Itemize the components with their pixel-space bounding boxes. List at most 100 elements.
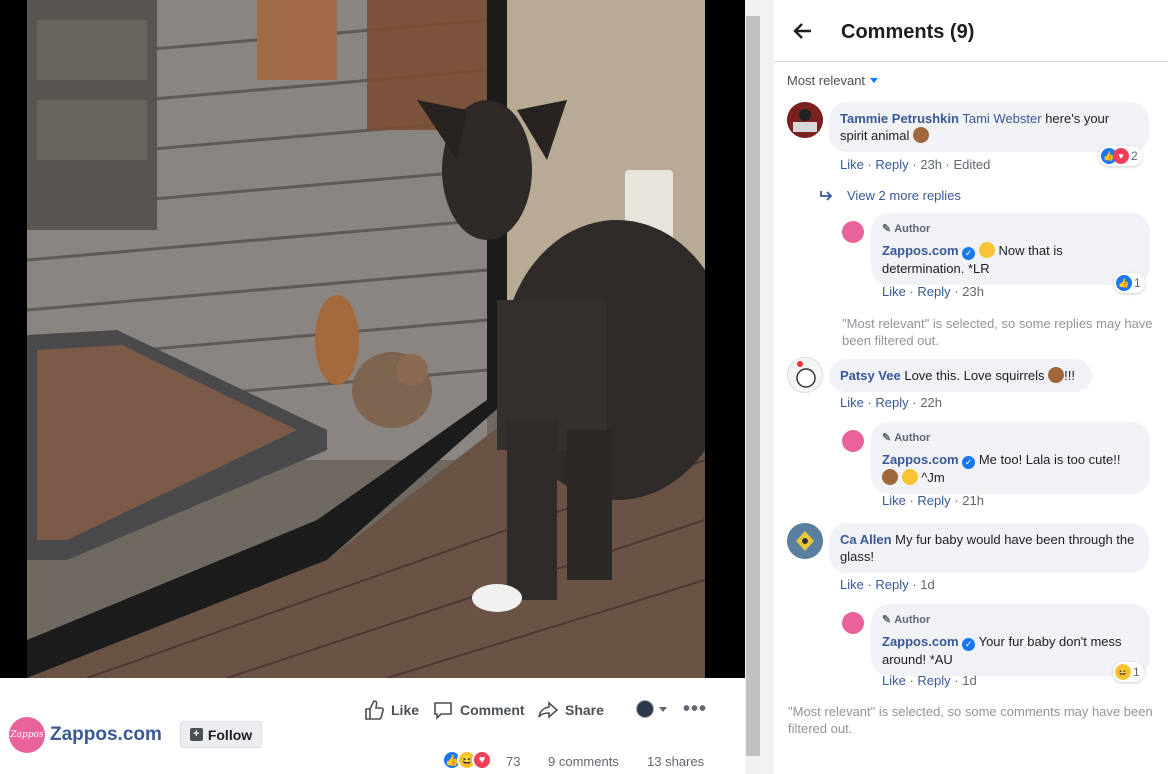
zappos-avatar[interactable] [842, 612, 864, 634]
caret-down-icon [870, 78, 879, 83]
reply-author[interactable]: Zappos.com [882, 634, 959, 649]
share-count-link[interactable]: 13 shares [647, 754, 704, 769]
reply-arrow-icon [820, 190, 833, 201]
back-arrow-icon[interactable] [793, 19, 813, 43]
reply-actions: Like · Reply · 21h [882, 493, 984, 508]
sort-dropdown[interactable]: Most relevant [787, 73, 879, 88]
comment-like-link[interactable]: Like [840, 577, 864, 592]
author-tag-label: Author [894, 223, 931, 235]
follow-button[interactable]: + Follow [180, 721, 262, 748]
follow-label: Follow [207, 726, 253, 743]
filtered-replies-note: "Most relevant" is selected, so some rep… [842, 316, 1153, 348]
comment-reply-link[interactable]: Reply [875, 577, 908, 592]
comment-like-link[interactable]: Like [840, 157, 864, 172]
more-options-button[interactable]: ••• [683, 699, 707, 719]
reply-timestamp: 1d [962, 673, 977, 688]
reply-reactions[interactable]: 👍 1 [1114, 273, 1145, 293]
comment-like-link[interactable]: Like [840, 395, 864, 410]
squirrel-emoji-icon [912, 127, 929, 143]
share-label: Share [565, 702, 604, 718]
reply-like-link[interactable]: Like [882, 673, 906, 688]
verified-badge-icon: ✓ [962, 456, 976, 469]
avatar[interactable] [787, 523, 823, 559]
comment-reply-link[interactable]: Reply [875, 157, 908, 172]
comment-label: Comment [460, 702, 525, 718]
comment-bubble-icon [434, 702, 452, 720]
comment-author[interactable]: Patsy Vee [840, 368, 901, 383]
reply-bubble: ✎ Author Zappos.com ✓ Now that is determi… [871, 213, 1150, 285]
avatar[interactable] [787, 102, 823, 138]
audience-selector[interactable] [636, 700, 667, 718]
reply-author[interactable]: Zappos.com [882, 243, 959, 258]
reply-reply-link[interactable]: Reply [917, 493, 950, 508]
comment-reaction-count: 2 [1131, 149, 1138, 163]
comment-bubble: Patsy Vee Love this. Love squirrels !!! [829, 359, 1092, 392]
author-badge: ✎ Author [882, 221, 1139, 238]
reply-reactions[interactable]: 😆 1 [1113, 662, 1144, 682]
pencil-icon: ✎ [882, 432, 892, 444]
media-viewer [0, 0, 745, 678]
heart-eyes-emoji-icon [901, 469, 918, 485]
author-tag-label: Author [894, 614, 931, 626]
thumbs-up-icon [365, 700, 384, 720]
love-reaction-icon: ♥ [1113, 148, 1129, 164]
comment-author[interactable]: Ca Allen [840, 532, 892, 547]
reply-timestamp: 21h [962, 493, 984, 508]
user-avatar [636, 700, 654, 718]
reply-actions: Like · Reply · 23h [882, 284, 984, 299]
comment-actions: Like · Reply · 22h [840, 395, 942, 410]
share-button[interactable]: Share [537, 698, 604, 722]
reply-timestamp: 23h [962, 284, 984, 299]
reply-like-link[interactable]: Like [882, 284, 906, 299]
avatar[interactable] [787, 357, 823, 393]
comment-bubble: Ca Allen My fur baby would have been thr… [829, 523, 1149, 573]
reply-reply-link[interactable]: Reply [917, 284, 950, 299]
mention-link[interactable]: Tami Webster [962, 111, 1041, 126]
comment-suffix: !!! [1064, 368, 1075, 383]
page-name-link[interactable]: Zappos.com [50, 724, 162, 746]
page-avatar-text: Zappos [10, 730, 44, 740]
comment-timestamp: 1d [920, 577, 935, 592]
comment-bubble: Tammie Petrushkin Tami Webster here's yo… [829, 102, 1149, 152]
comment-reply-link[interactable]: Reply [875, 395, 908, 410]
reply-like-link[interactable]: Like [882, 493, 906, 508]
reply-author[interactable]: Zappos.com [882, 452, 959, 467]
filtered-comments-note: "Most relevant" is selected, so some com… [788, 704, 1153, 736]
like-reaction-icon: 👍 [1116, 275, 1132, 291]
view-more-replies[interactable]: View 2 more replies [819, 188, 961, 203]
reaction-icons[interactable]: 👍 😆 ♥ [442, 750, 492, 770]
like-label: Like [391, 702, 420, 718]
panel-divider [761, 0, 774, 774]
sort-label: Most relevant [787, 73, 866, 88]
page-scrollbar-thumb[interactable] [746, 16, 760, 756]
zappos-avatar[interactable] [842, 430, 864, 452]
reply-bubble: ✎ Author Zappos.com ✓ Your fur baby don't… [871, 604, 1150, 676]
comment-count-link[interactable]: 9 comments [548, 754, 619, 769]
zappos-avatar[interactable] [842, 221, 864, 243]
page-avatar[interactable]: Zappos [9, 717, 45, 753]
pencil-icon: ✎ [882, 614, 892, 626]
facebook-photo-viewer: Zappos Zappos.com + Follow Like Comment … [0, 0, 1168, 774]
reaction-count[interactable]: 73 [506, 754, 520, 769]
share-arrow-icon [538, 701, 559, 719]
reply-reaction-count: 1 [1133, 665, 1140, 679]
comment-button[interactable]: Comment [432, 698, 525, 722]
reply-reply-link[interactable]: Reply [917, 673, 950, 688]
reply-text: Me too! Lala is too cute!! [978, 452, 1121, 467]
reply-actions: Like · Reply · 1d [882, 673, 977, 688]
post-photo[interactable] [27, 0, 705, 678]
verified-badge-icon: ✓ [962, 638, 976, 651]
author-badge: ✎ Author [882, 612, 1139, 629]
comment-timestamp: 22h [920, 395, 942, 410]
reply-reaction-count: 1 [1134, 276, 1141, 290]
verified-badge-icon: ✓ [962, 247, 976, 260]
haha-reaction-icon: 😆 [1115, 664, 1131, 680]
comment-text: Love this. Love squirrels [904, 368, 1045, 383]
comment-author[interactable]: Tammie Petrushkin [840, 111, 959, 126]
comment-reactions[interactable]: 👍 ♥ 2 [1099, 146, 1142, 166]
author-badge: ✎ Author [882, 430, 1139, 447]
profile-picture [787, 102, 823, 138]
comment-actions: Like · Reply · 23h · Edited [840, 157, 991, 172]
like-button[interactable]: Like [363, 698, 419, 722]
squirrel-emoji-icon [882, 469, 898, 485]
